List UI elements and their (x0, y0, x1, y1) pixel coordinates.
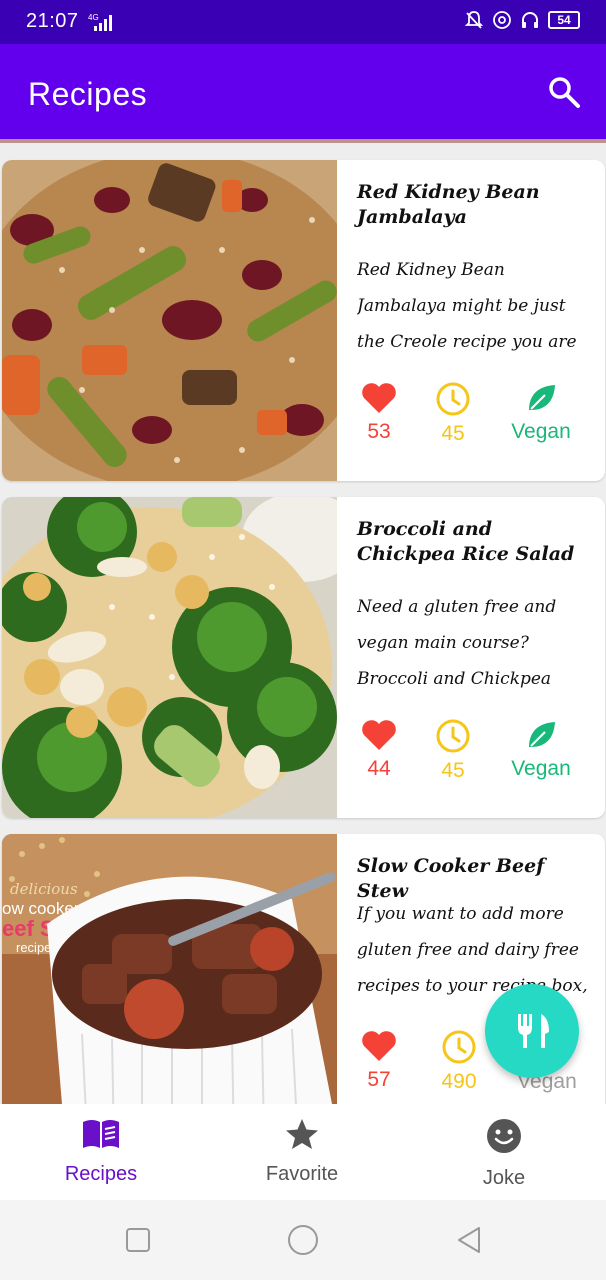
bottom-navigation: Recipes Favorite Joke (0, 1104, 606, 1200)
recipe-photo (2, 497, 337, 818)
leaf-icon (529, 722, 555, 747)
status-bar: 21:07 4G 54 (0, 0, 606, 44)
leaf-icon (529, 385, 555, 410)
fork-knife-icon (518, 1014, 549, 1048)
nav-label: Joke (482, 1167, 526, 1189)
signal-icon: 4G (88, 13, 112, 31)
diet-stat: Vegan (501, 382, 581, 444)
recents-icon[interactable] (125, 1227, 151, 1253)
nav-item-favorite[interactable]: Favorite (227, 1118, 377, 1186)
minutes-count: 45 (441, 759, 465, 782)
nav-item-recipes[interactable]: Recipes (26, 1118, 176, 1186)
star-icon (286, 1119, 318, 1149)
recipe-photo (2, 160, 337, 481)
battery-icon: 54 (548, 11, 580, 29)
nav-label: Recipes (64, 1163, 138, 1185)
clock-icon (436, 382, 470, 416)
recipe-description: Need a gluten free and vegan main course… (357, 597, 557, 689)
recipe-card[interactable]: Broccoli and Chickpea Rice Salad Need a … (2, 497, 605, 818)
recipe-card[interactable]: Red Kidney Bean Jambalaya Red Kidney Bea… (2, 160, 605, 481)
nav-item-joke[interactable]: Joke (429, 1118, 579, 1190)
time-stat: 45 (431, 719, 475, 783)
time-stat: 490 (431, 1030, 487, 1094)
likes-stat: 53 (357, 382, 401, 444)
page-title: Recipes (28, 76, 148, 112)
likes-count: 53 (367, 420, 391, 443)
previous-card-edge (0, 139, 606, 143)
search-icon[interactable] (546, 74, 582, 110)
diet-stat: Vegan (501, 719, 581, 781)
heart-icon (362, 1031, 396, 1061)
nav-label: Favorite (265, 1163, 339, 1185)
recipe-title: Broccoli and Chickpea Rice Salad (357, 518, 575, 565)
status-time: 21:07 (26, 10, 79, 32)
photo-caption-1: delicious (10, 880, 78, 898)
diet-label: Vegan (511, 757, 571, 780)
book-icon (83, 1120, 119, 1148)
smiley-icon (487, 1119, 521, 1153)
recipe-stats: 53 45 Vegan (357, 382, 589, 452)
photo-caption-4: recipe (16, 940, 51, 955)
recipe-list[interactable]: Red Kidney Bean Jambalaya Red Kidney Bea… (0, 139, 606, 1104)
fork-knife-fab[interactable] (485, 984, 579, 1078)
likes-stat: 57 (357, 1030, 401, 1092)
likes-count: 44 (367, 757, 391, 780)
headphones-icon (522, 12, 538, 28)
minutes-count: 45 (441, 422, 465, 445)
heart-icon (362, 720, 396, 750)
likes-count: 57 (367, 1068, 391, 1091)
system-navigation-bar (0, 1200, 606, 1280)
recipe-photo: delicious ow cooker eef Stew recipe (2, 834, 337, 1104)
status-icons: 54 (464, 10, 580, 30)
clock-icon (436, 719, 470, 753)
minutes-count: 490 (441, 1070, 477, 1093)
heart-icon (362, 383, 396, 413)
time-stat: 45 (431, 382, 475, 446)
recipe-info: Broccoli and Chickpea Rice Salad Need a … (357, 497, 589, 818)
mute-bell-icon (464, 11, 484, 29)
home-icon[interactable] (287, 1224, 319, 1256)
recipe-info: Red Kidney Bean Jambalaya Red Kidney Bea… (357, 160, 589, 481)
recipe-stats: 44 45 Vegan (357, 719, 589, 789)
diet-label: Vegan (511, 420, 571, 443)
recipe-description: Red Kidney Bean Jambalaya might be just … (357, 260, 577, 352)
recipe-title: Red Kidney Bean Jambalaya (357, 181, 540, 228)
at-icon (493, 11, 511, 29)
network-label: 4G (88, 13, 99, 22)
app-bar: Recipes (0, 44, 606, 139)
likes-stat: 44 (357, 719, 401, 781)
clock-icon (442, 1030, 476, 1064)
back-icon[interactable] (455, 1225, 483, 1255)
